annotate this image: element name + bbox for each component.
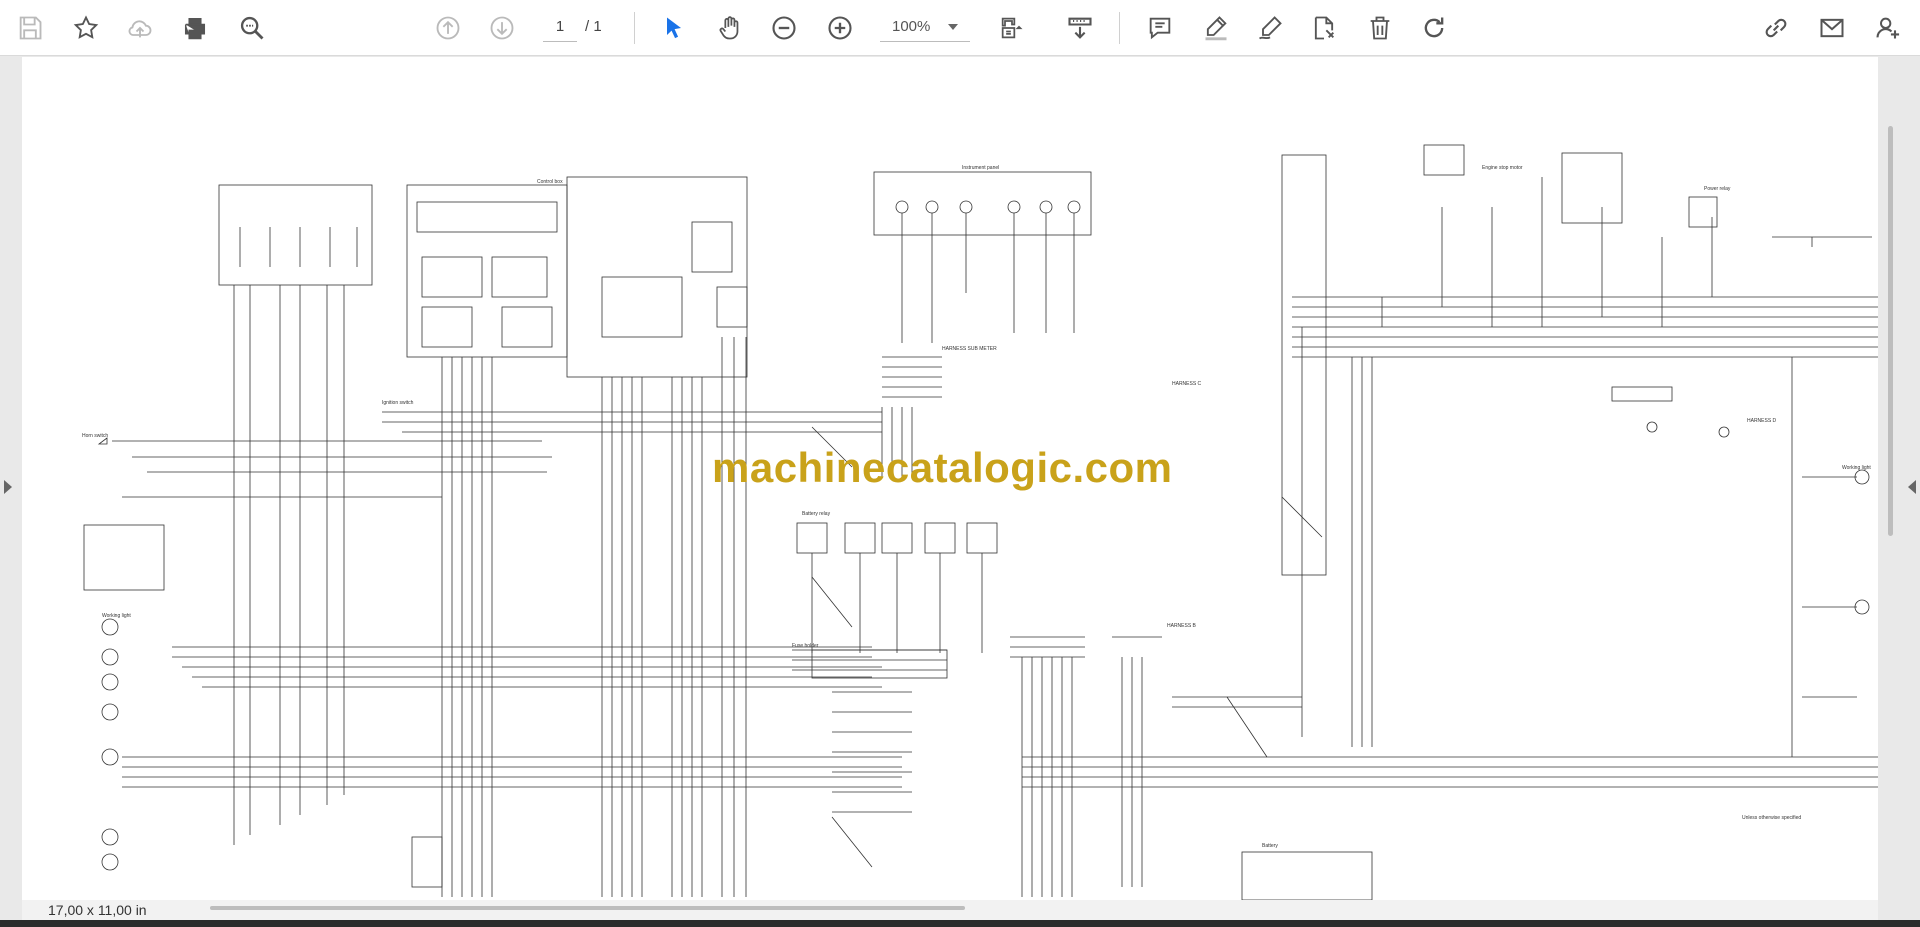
rotate-button[interactable] (1414, 8, 1454, 48)
zoom-caret-icon[interactable] (948, 24, 958, 30)
stamp-icon (1314, 16, 1334, 40)
zoom-out-icon (772, 16, 796, 40)
svg-text:Battery: Battery (1262, 843, 1278, 849)
svg-text:Horn switch: Horn switch (82, 433, 108, 439)
upload-button[interactable] (120, 8, 160, 48)
page-total-label: / 1 (585, 18, 602, 35)
previous-page-button[interactable] (428, 8, 468, 48)
delete-button[interactable] (1360, 8, 1400, 48)
svg-text:Engine stop motor: Engine stop motor (1482, 165, 1523, 171)
save-button[interactable] (10, 8, 50, 48)
hand-tool-button[interactable] (710, 8, 750, 48)
rotate-icon (1424, 17, 1444, 38)
save-icon (19, 16, 42, 40)
top-toolbar: 1 / 1 100% (0, 0, 1920, 56)
pdf-page: Control box Instrument panel Horn switch… (22, 57, 1878, 900)
toolbar-divider (634, 12, 635, 44)
find-button[interactable] (232, 8, 272, 48)
status-bar (22, 900, 1878, 920)
svg-text:Working light: Working light (1842, 465, 1871, 471)
hand-pan-icon (719, 16, 739, 40)
left-panel-toggle-icon[interactable] (4, 480, 12, 494)
svg-text:Ignition switch: Ignition switch (382, 400, 414, 406)
svg-text:Fuse holder: Fuse holder (792, 643, 819, 649)
bookmark-star-icon (73, 15, 99, 39)
svg-text:HARNESS D: HARNESS D (1747, 418, 1777, 424)
comment-icon (1149, 17, 1171, 40)
email-icon (1820, 18, 1844, 38)
highlight-button[interactable] (1196, 8, 1236, 48)
page-fit-button[interactable] (992, 8, 1032, 48)
svg-text:Power relay: Power relay (1704, 186, 1731, 192)
share-link-button[interactable] (1756, 8, 1796, 48)
add-user-button[interactable] (1868, 8, 1908, 48)
svg-text:HARNESS B: HARNESS B (1167, 623, 1197, 629)
scroll-mode-button[interactable] (1060, 8, 1100, 48)
scroll-mode-icon (1068, 17, 1092, 39)
svg-text:HARNESS C: HARNESS C (1172, 381, 1202, 387)
next-page-button[interactable] (482, 8, 522, 48)
print-button[interactable] (175, 8, 215, 48)
svg-text:Battery relay: Battery relay (802, 511, 831, 517)
zoom-out-button[interactable] (764, 8, 804, 48)
bookmark-button[interactable] (66, 8, 106, 48)
current-page-input[interactable]: 1 (543, 12, 577, 42)
previous-page-icon (436, 16, 460, 40)
share-link-icon (1765, 18, 1787, 38)
right-panel-toggle-icon[interactable] (1908, 480, 1916, 494)
page-fit-icon (1001, 17, 1023, 39)
next-page-icon (490, 16, 514, 40)
print-icon (184, 17, 206, 40)
vertical-scrollbar[interactable] (1888, 126, 1893, 536)
svg-text:Instrument panel: Instrument panel (962, 165, 999, 171)
email-button[interactable] (1812, 8, 1852, 48)
upload-cloud-icon (128, 20, 152, 38)
stamp-button[interactable] (1304, 8, 1344, 48)
comment-button[interactable] (1140, 8, 1180, 48)
draw-button[interactable] (1250, 8, 1290, 48)
zoom-in-icon (828, 16, 852, 40)
svg-text:Unless otherwise specified: Unless otherwise specified (1742, 815, 1801, 821)
zoom-in-button[interactable] (820, 8, 860, 48)
svg-text:HARNESS SUB METER: HARNESS SUB METER (942, 346, 997, 352)
page-size-label: 17,00 x 11,00 in (48, 902, 147, 918)
zoom-search-icon (240, 16, 264, 40)
toolbar-divider (1119, 12, 1120, 44)
watermark-text: machinecatalogic.com (712, 444, 1173, 491)
svg-text:Control box: Control box (537, 179, 563, 185)
svg-text:Working light: Working light (102, 613, 131, 619)
add-user-icon (1876, 17, 1900, 39)
highlight-pen-icon (1205, 16, 1227, 41)
draw-pen-icon (1258, 16, 1282, 40)
select-cursor-icon (667, 17, 681, 39)
horizontal-scrollbar[interactable] (210, 906, 965, 910)
select-tool-button[interactable] (654, 8, 694, 48)
delete-trash-icon (1370, 16, 1390, 40)
window-bottom-edge (0, 920, 1920, 927)
